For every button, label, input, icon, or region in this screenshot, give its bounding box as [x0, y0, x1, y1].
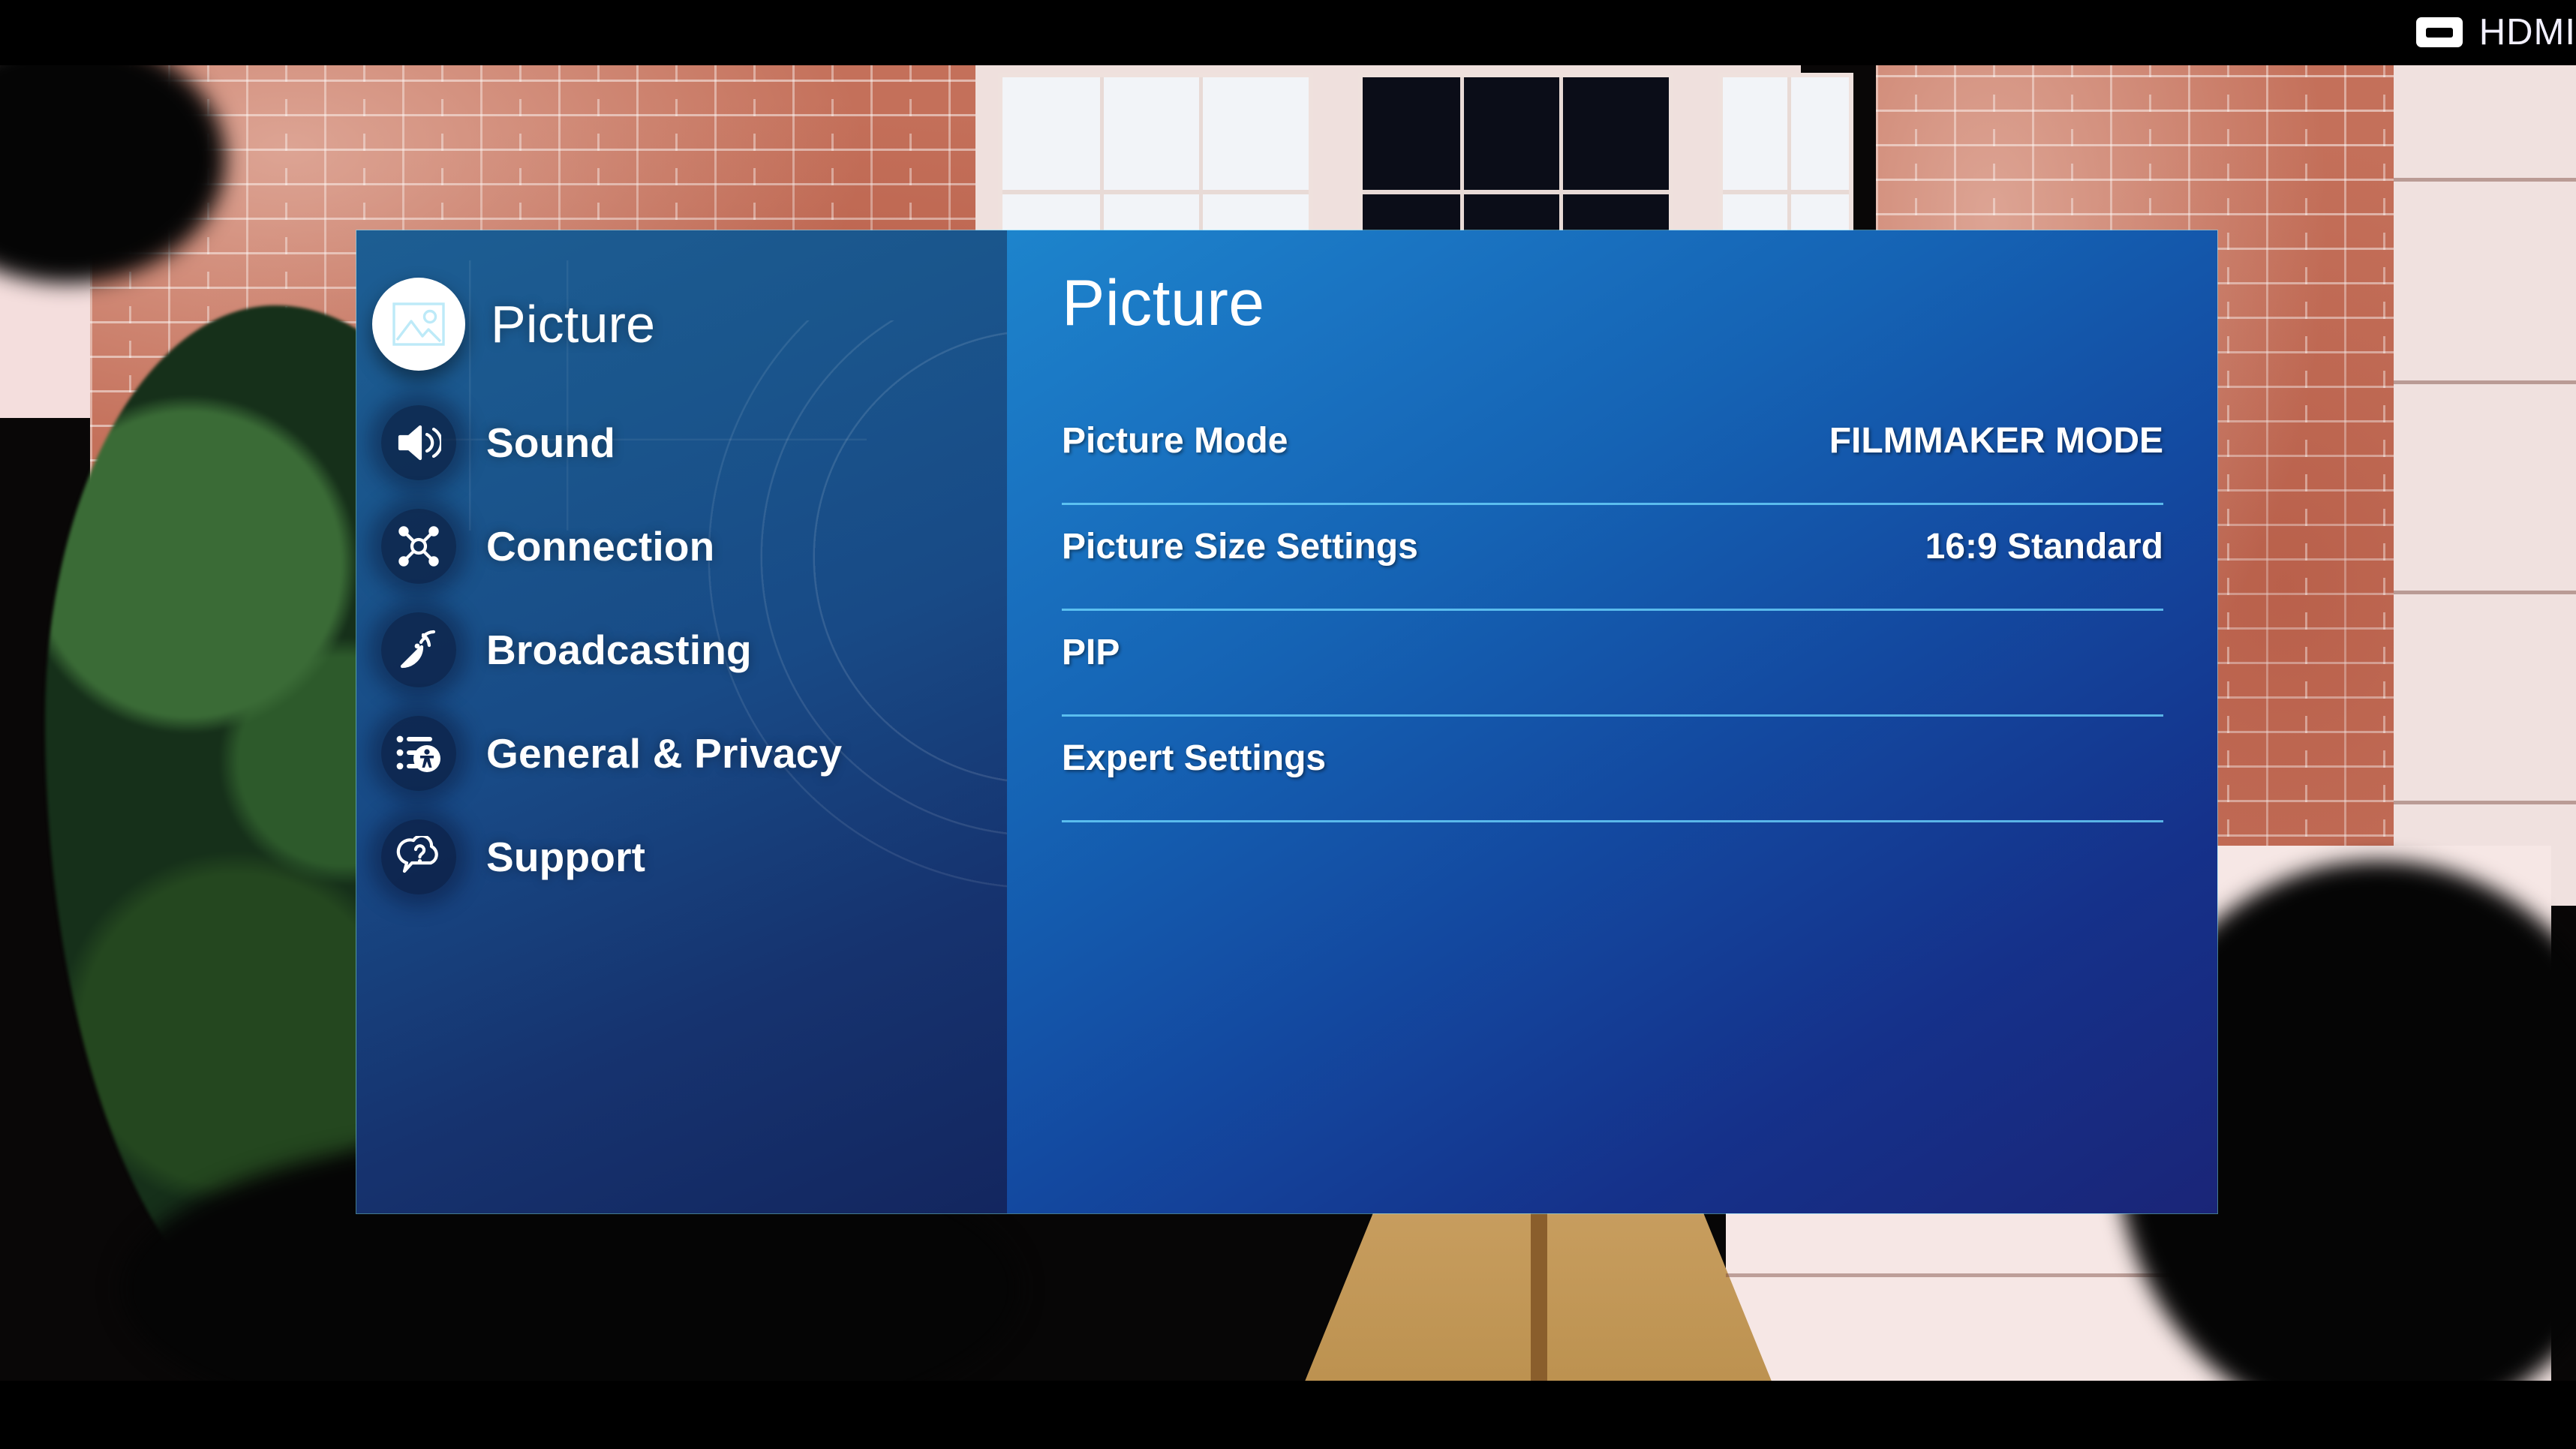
sidebar-item-label: Connection	[486, 523, 715, 570]
sidebar-item-label: Support	[486, 834, 646, 880]
settings-row-picture-size-settings[interactable]: Picture Size Settings 16:9 Standard	[1062, 505, 2163, 611]
setting-value: FILMMAKER MODE	[1829, 421, 2163, 461]
sidebar-item-support[interactable]: Support	[356, 805, 1007, 909]
list-accessibility-icon	[381, 716, 456, 791]
sidebar-item-sound[interactable]: Sound	[356, 391, 1007, 495]
picture-icon	[372, 278, 465, 371]
sidebar-item-label: Picture	[491, 295, 656, 353]
network-nodes-icon	[381, 509, 456, 584]
settings-row-expert-settings[interactable]: Expert Settings	[1062, 717, 2163, 822]
question-bubble-icon	[381, 819, 456, 894]
letterbox-bottom	[0, 1381, 2576, 1449]
sidebar-item-general-privacy[interactable]: General & Privacy	[356, 702, 1007, 805]
sidebar-item-label: Sound	[486, 419, 616, 466]
sidebar-nav-list: Picture Sound Connection Broadcasting Ge…	[356, 230, 1007, 909]
sidebar-item-picture[interactable]: Picture	[356, 257, 1007, 391]
page-title: Picture	[1062, 267, 1265, 339]
sidebar-item-connection[interactable]: Connection	[356, 495, 1007, 598]
sidebar-item-label: General & Privacy	[486, 730, 843, 777]
settings-rows: Picture Mode FILMMAKER MODE Picture Size…	[1062, 399, 2163, 822]
settings-sidebar: Picture Sound Connection Broadcasting Ge…	[356, 230, 1007, 1213]
setting-value: 16:9 Standard	[1925, 527, 2163, 567]
setting-label: Expert Settings	[1062, 738, 1327, 778]
setting-label: Picture Size Settings	[1062, 527, 1418, 567]
source-badge: HDMI	[2415, 8, 2576, 57]
setting-label: PIP	[1062, 633, 1120, 672]
letterbox-top	[0, 0, 2576, 65]
setting-label: Picture Mode	[1062, 421, 1288, 461]
settings-row-pip[interactable]: PIP	[1062, 611, 2163, 717]
satellite-dish-icon	[381, 612, 456, 687]
settings-row-picture-mode[interactable]: Picture Mode FILMMAKER MODE	[1062, 399, 2163, 505]
sidebar-item-label: Broadcasting	[486, 627, 752, 673]
settings-menu-panel: Picture Sound Connection Broadcasting Ge…	[356, 230, 2217, 1213]
photo-right-pilaster	[2394, 65, 2576, 906]
hdmi-port-icon	[2415, 17, 2463, 47]
sidebar-item-broadcasting[interactable]: Broadcasting	[356, 598, 1007, 702]
settings-detail-panel: Picture Picture Mode FILMMAKER MODE Pict…	[1007, 230, 2217, 1213]
source-badge-label: HDMI	[2478, 12, 2576, 53]
speaker-icon	[381, 405, 456, 480]
